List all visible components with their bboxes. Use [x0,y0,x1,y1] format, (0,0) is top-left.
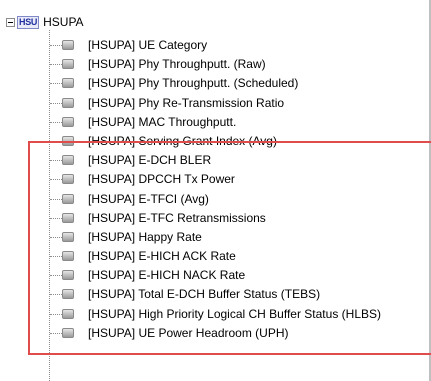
leaf-node-icon [62,308,74,319]
tree-children: [HSUPA] UE Category [HSUPA] Phy Throughp… [0,36,431,343]
collapse-icon[interactable] [6,17,15,27]
tree-item-label: [HSUPA] High Priority Logical CH Buffer … [88,306,381,321]
tree-root-hsupa[interactable]: HSU HSUPA [6,14,84,30]
leaf-node-icon [62,155,74,166]
tree-item-ue-power-headroom[interactable]: [HSUPA] UE Power Headroom (UPH) [0,324,431,343]
tree-item-label: [HSUPA] Happy Rate [88,229,202,244]
leaf-node-icon [62,116,74,127]
tree-branch-line [50,45,62,46]
leaf-node-icon [62,231,74,242]
tree-item-label: [HSUPA] E-TFC Retransmissions [88,210,266,225]
leaf-node-icon [62,135,74,146]
tree-branch-line [50,332,62,334]
tree-root-label: HSUPA [43,15,84,29]
tree-item-edch-bler[interactable]: [HSUPA] E-DCH BLER [0,151,431,170]
tree-branch-line [50,160,62,162]
tree-branch-line [50,294,62,296]
tree-branch-line [50,83,62,85]
tree-item-label: [HSUPA] E-HICH ACK Rate [88,249,236,264]
leaf-node-icon [62,40,74,50]
tree-item-label: [HSUPA] Phy Throughputt. (Scheduled) [88,76,299,91]
tree-branch-line [50,313,62,315]
leaf-node-icon [62,270,74,281]
tree-item-label: [HSUPA] E-TFCI (Avg) [88,191,209,206]
tree-branch-line [50,275,62,277]
tree-item-label: [HSUPA] E-DCH BLER [88,153,212,168]
tree-branch-line [50,121,62,123]
tree-item-label: [HSUPA] Serving Grant Index (Avg) [88,133,277,148]
tree-item-label: [HSUPA] Phy Re-Transmission Ratio [88,95,285,110]
tree-branch-line [50,198,62,200]
tree-item-label: [HSUPA] E-HICH NACK Rate [88,268,246,283]
tree-item-ehich-nack-rate[interactable]: [HSUPA] E-HICH NACK Rate [0,266,431,285]
tree-item-label: [HSUPA] UE Category [88,38,208,52]
tree-branch-line [50,64,62,66]
tree-branch-line [50,256,62,258]
tree-branch-line [50,236,62,238]
tree-item-happy-rate[interactable]: [HSUPA] Happy Rate [0,228,431,247]
tree-item-high-priority-buffer-status[interactable]: [HSUPA] High Priority Logical CH Buffer … [0,305,431,324]
tree-item-mac-throughput[interactable]: [HSUPA] MAC Throughputt. [0,113,431,132]
leaf-node-icon [62,327,74,338]
leaf-node-icon [62,212,74,223]
leaf-node-icon [62,97,74,108]
tree-item-label: [HSUPA] MAC Throughputt. [88,114,237,129]
tree-item-phy-retransmission-ratio[interactable]: [HSUPA] Phy Re-Transmission Ratio [0,94,431,113]
tree-item-label: [HSUPA] Total E-DCH Buffer Status (TEBS) [88,287,321,302]
tree-item-ehich-ack-rate[interactable]: [HSUPA] E-HICH ACK Rate [0,247,431,266]
tree-item-serving-grant-index[interactable]: [HSUPA] Serving Grant Index (Avg) [0,132,431,151]
tree-item-label: [HSUPA] UE Power Headroom (UPH) [88,325,289,340]
tree-item-label: [HSUPA] Phy Throughputt. (Raw) [88,57,266,72]
leaf-node-icon [62,174,74,185]
leaf-node-icon [62,289,74,300]
tree-item-label: [HSUPA] DPCCH Tx Power [88,172,235,187]
tree-branch-line [50,140,62,142]
leaf-node-icon [62,251,74,262]
tree-branch-line [50,179,62,181]
tree-item-etfci-avg[interactable]: [HSUPA] E-TFCI (Avg) [0,190,431,209]
tree-item-phy-throughput-scheduled[interactable]: [HSUPA] Phy Throughputt. (Scheduled) [0,74,431,93]
leaf-node-icon [62,193,74,204]
tree-item-etfc-retransmissions[interactable]: [HSUPA] E-TFC Retransmissions [0,209,431,228]
tree-item-phy-throughput-raw[interactable]: [HSUPA] Phy Throughputt. (Raw) [0,55,431,74]
leaf-node-icon [62,59,74,70]
leaf-node-icon [62,78,74,89]
hsupa-node-icon: HSU [17,15,40,29]
tree-item-dpcch-tx-power[interactable]: [HSUPA] DPCCH Tx Power [0,170,431,189]
tree-view[interactable]: HSU HSUPA [HSUPA] UE Category [HSUPA] Ph… [0,0,431,381]
tree-branch-line [50,217,62,219]
tree-item-total-edch-buffer-status[interactable]: [HSUPA] Total E-DCH Buffer Status (TEBS) [0,285,431,304]
tree-branch-line [50,102,62,104]
tree-item-ue-category[interactable]: [HSUPA] UE Category [0,36,431,55]
